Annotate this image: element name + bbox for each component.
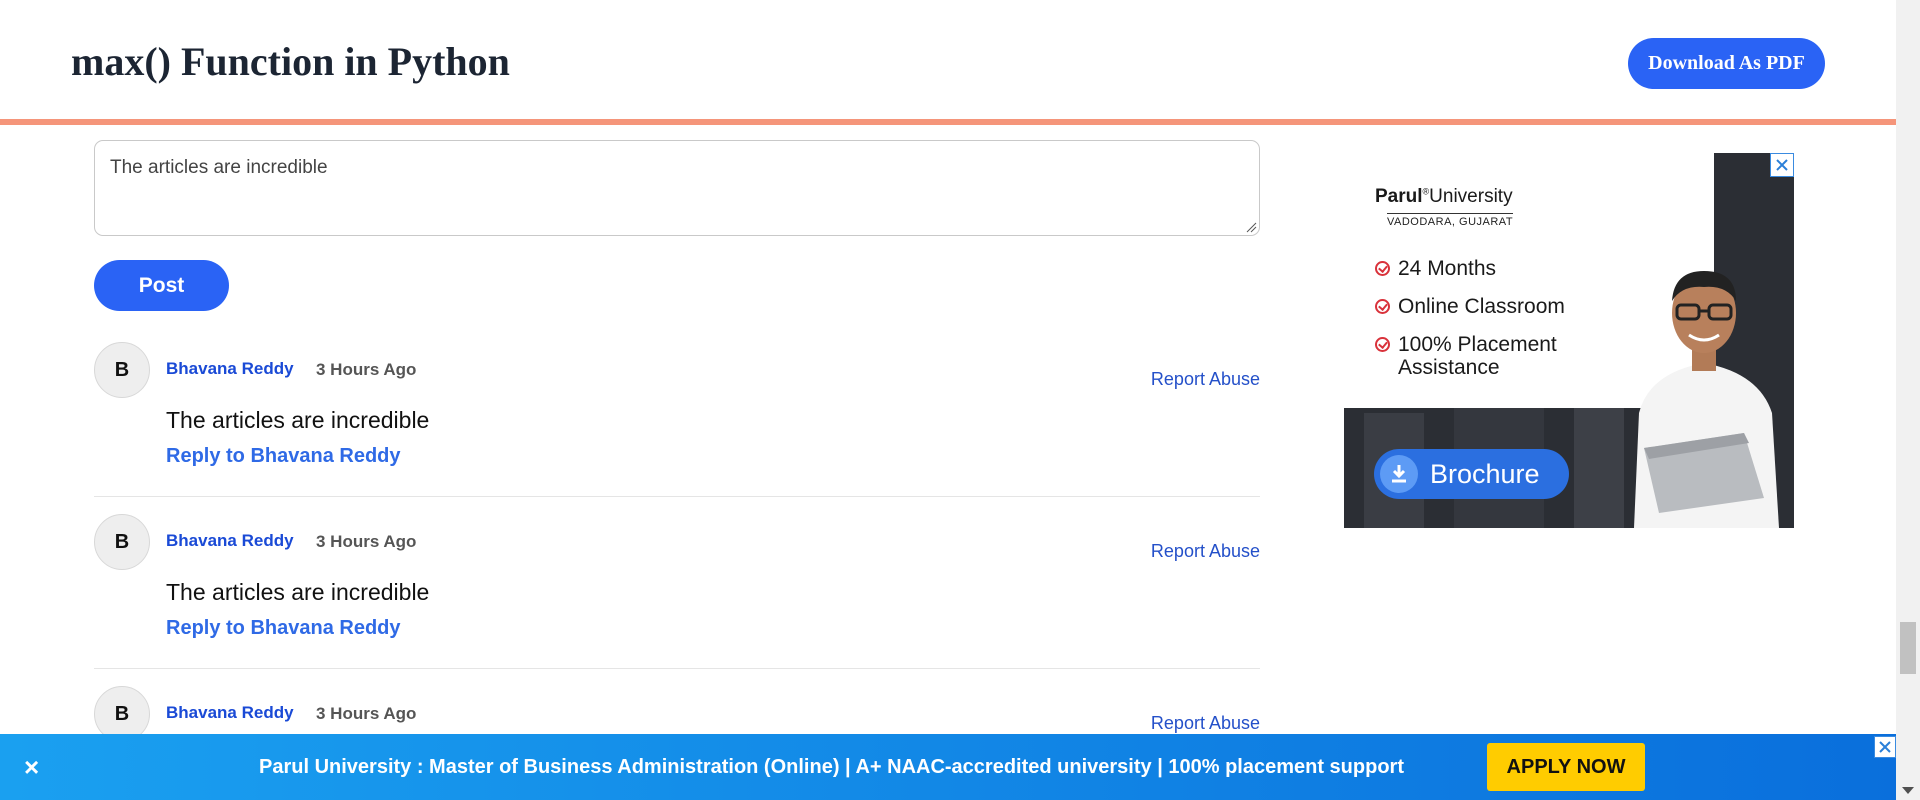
comment-input[interactable] — [94, 140, 1260, 236]
ad-feature: Online Classroom — [1375, 295, 1565, 318]
comment-author-link[interactable]: Bhavana Reddy — [166, 703, 294, 723]
check-circle-icon — [1375, 337, 1390, 352]
comment-timestamp: 3 Hours Ago — [316, 532, 417, 551]
avatar: B — [94, 514, 150, 570]
check-circle-icon — [1375, 299, 1390, 314]
page-header: max() Function in Python Download As PDF — [0, 0, 1896, 125]
check-circle-icon — [1375, 261, 1390, 276]
ad-feature: 100% Placement Assistance — [1375, 333, 1605, 379]
reply-link[interactable]: Reply to Bhavana Reddy — [166, 617, 401, 640]
comment-text: The articles are incredible — [166, 407, 430, 433]
divider — [94, 496, 1260, 497]
comment-text: The articles are incredible — [166, 579, 430, 605]
ad-close-icon[interactable] — [1770, 153, 1794, 177]
ad-person-image — [1634, 271, 1779, 528]
scrollbar-thumb[interactable] — [1900, 622, 1916, 674]
page-title: max() Function in Python — [71, 39, 510, 84]
ad-logo: Parul®University — [1375, 186, 1513, 207]
resize-grip-icon[interactable] — [1245, 221, 1257, 233]
report-abuse-link[interactable]: Report Abuse — [1151, 541, 1260, 562]
comment-timestamp: 3 Hours Ago — [316, 360, 417, 379]
ad-location: VADODARA, GUJARAT — [1387, 213, 1514, 228]
scroll-down-icon[interactable] — [1902, 787, 1914, 794]
apply-now-button[interactable]: APPLY NOW — [1487, 743, 1645, 791]
report-abuse-link[interactable]: Report Abuse — [1151, 713, 1260, 734]
avatar: B — [94, 342, 150, 398]
comment-timestamp: 3 Hours Ago — [316, 704, 417, 723]
page-scrollbar[interactable] — [1896, 0, 1920, 800]
banner-close-icon[interactable]: × — [24, 752, 39, 782]
download-pdf-button[interactable]: Download As PDF — [1628, 38, 1825, 89]
reply-link[interactable]: Reply to Bhavana Reddy — [166, 445, 401, 468]
post-button[interactable]: Post — [94, 260, 229, 311]
banner-text: Parul University : Master of Business Ad… — [259, 756, 1404, 778]
banner-dismiss-icon[interactable] — [1874, 736, 1896, 758]
comment-author-link[interactable]: Bhavana Reddy — [166, 359, 294, 379]
promo-banner: × Parul University : Master of Business … — [0, 734, 1896, 800]
download-icon — [1380, 455, 1418, 493]
ad-feature: 24 Months — [1375, 257, 1496, 280]
sidebar-ad[interactable]: Parul®University VADODARA, GUJARAT 24 Mo… — [1344, 153, 1794, 528]
brochure-label: Brochure — [1430, 458, 1540, 489]
divider — [94, 668, 1260, 669]
brochure-button[interactable]: Brochure — [1374, 449, 1569, 499]
report-abuse-link[interactable]: Report Abuse — [1151, 369, 1260, 390]
comment-author-link[interactable]: Bhavana Reddy — [166, 531, 294, 551]
